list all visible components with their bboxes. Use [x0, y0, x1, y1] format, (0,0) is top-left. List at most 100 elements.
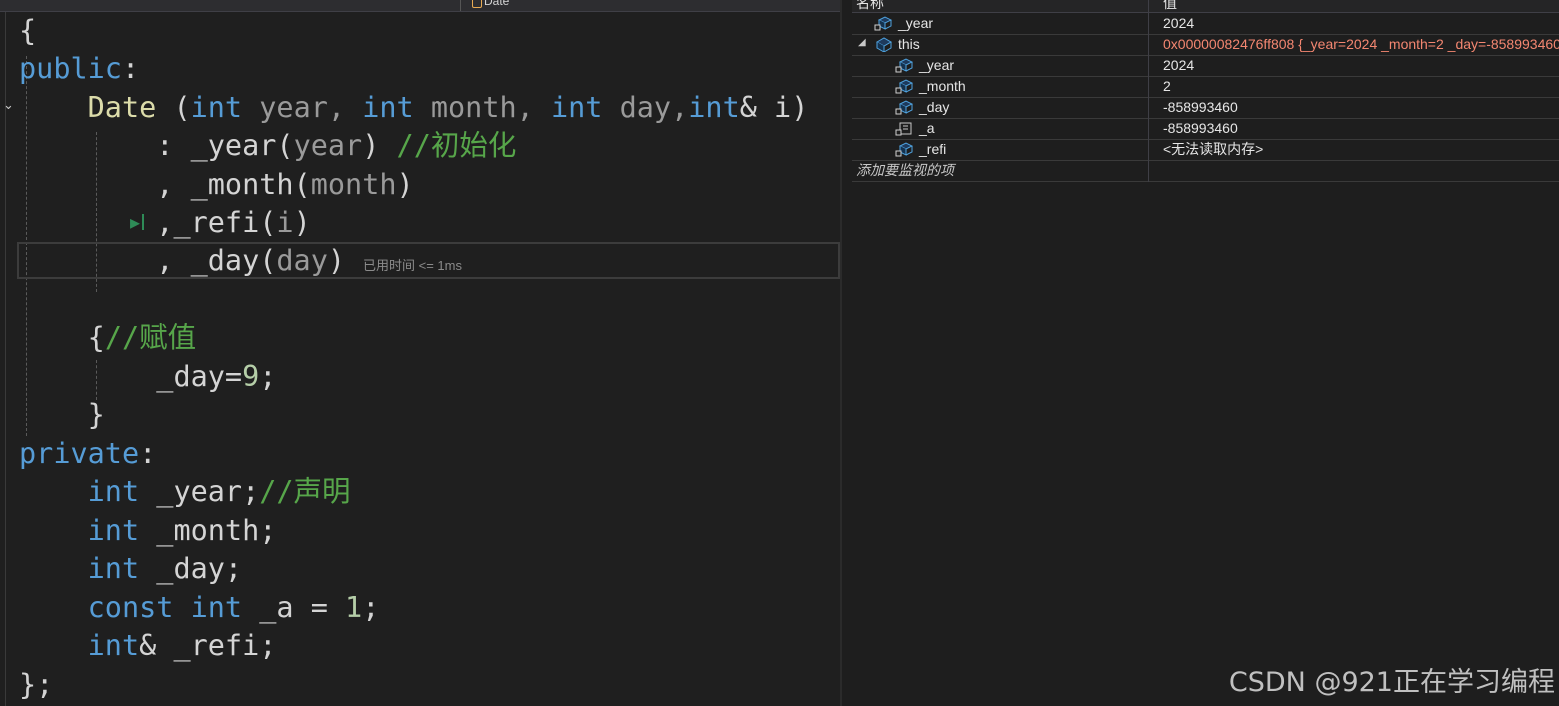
- code-token: _day=: [156, 360, 243, 393]
- code-token: _day;: [139, 552, 243, 585]
- code-line[interactable]: : _year(year) //初始化: [19, 127, 516, 165]
- code-line[interactable]: public:: [19, 50, 139, 88]
- keyword-token: int: [688, 91, 740, 124]
- param-token: i: [276, 206, 294, 239]
- code-line[interactable]: int _month;: [19, 512, 277, 550]
- code-line[interactable]: }: [19, 396, 105, 434]
- keyword-token: int: [362, 91, 414, 124]
- code-token: :: [139, 437, 157, 470]
- code-token: ;: [259, 360, 277, 393]
- watch-value: 0x00000082476ff808 {_year=2024 _month=2 …: [1163, 36, 1559, 52]
- code-line[interactable]: {//赋值: [19, 319, 197, 357]
- code-token: : _year(: [156, 129, 294, 162]
- code-token: ,_refi(: [156, 206, 277, 239]
- keyword-token: int: [550, 91, 603, 124]
- watch-row[interactable]: _year 2024: [852, 55, 1559, 77]
- param-token: month: [310, 168, 397, 201]
- const-field-icon: [895, 122, 912, 136]
- code-token: };: [19, 668, 54, 701]
- code-line[interactable]: Date (int year, int month, int day,int& …: [19, 89, 809, 127]
- watch-value: <无法读取内存>: [1163, 141, 1264, 157]
- keyword-token: private: [19, 437, 140, 470]
- watermark: CSDN @921正在学习编程: [1228, 667, 1555, 698]
- keyword-token: int: [87, 552, 140, 585]
- code-token: & _refi;: [139, 629, 277, 662]
- code-token: :: [121, 52, 140, 85]
- code-editor[interactable]: Date ⌄ { public: Date (int year, int mon…: [0, 0, 840, 706]
- code-token: _a =: [242, 591, 346, 624]
- number-token: 1: [345, 591, 363, 624]
- code-token: (: [156, 91, 191, 124]
- code-line[interactable]: int& _refi;: [19, 627, 277, 665]
- expand-triangle-icon[interactable]: ◢: [858, 37, 866, 48]
- navigation-bar-separator: [460, 0, 461, 11]
- code-line[interactable]: ,_refi(i): [19, 204, 311, 242]
- watch-row[interactable]: _a -858993460: [852, 118, 1559, 140]
- code-token: {: [87, 321, 105, 354]
- watch-value: 2024: [1163, 15, 1195, 31]
- code-line[interactable]: private:: [19, 435, 156, 473]
- watch-name: _year: [919, 57, 955, 73]
- param-token: year,: [242, 91, 363, 124]
- code-line-current[interactable]: , _day(day): [19, 242, 345, 280]
- watch-header: 名称 值: [852, 0, 1559, 13]
- watch-row[interactable]: _day -858993460: [852, 97, 1559, 119]
- object-icon: [875, 37, 892, 52]
- perf-tip-elapsed-time[interactable]: 已用时间 <= 1ms: [363, 255, 462, 274]
- member-dropdown-label: Date: [484, 0, 510, 8]
- watch-row[interactable]: _month 2: [852, 76, 1559, 98]
- member-dropdown[interactable]: Date: [472, 0, 509, 11]
- keyword-token: const: [87, 591, 174, 624]
- watch-name: _month: [919, 78, 966, 94]
- field-icon: [874, 16, 892, 31]
- code-token: ): [396, 168, 414, 201]
- add-watch-placeholder[interactable]: 添加要监视的项: [856, 162, 954, 179]
- code-line[interactable]: };: [19, 666, 53, 704]
- code-line[interactable]: _day=9;: [19, 358, 276, 396]
- function-token: Date: [87, 91, 157, 124]
- watch-column-divider[interactable]: [1148, 0, 1149, 182]
- code-token: ): [293, 206, 311, 239]
- code-line[interactable]: int _year;//声明: [19, 473, 351, 511]
- outline-margin: [5, 12, 6, 706]
- keyword-token: int: [190, 91, 243, 124]
- code-token: {: [19, 14, 37, 47]
- field-icon: [895, 142, 913, 157]
- watch-header-value[interactable]: 值: [1163, 0, 1177, 12]
- field-icon: [895, 79, 913, 94]
- watch-row[interactable]: _year 2024: [852, 13, 1559, 35]
- keyword-token: int: [173, 591, 243, 624]
- editor-navigation-bar: Date: [0, 0, 840, 12]
- watch-window[interactable]: 名称 值 _year 2024 ◢ this 0x00000082476ff80…: [842, 0, 1559, 706]
- code-line[interactable]: const int _a = 1;: [19, 589, 380, 627]
- watch-value: -858993460: [1163, 99, 1238, 115]
- code-token: ): [362, 129, 397, 162]
- watch-header-name[interactable]: 名称: [856, 0, 884, 12]
- watch-name: _refi: [919, 141, 947, 157]
- code-line[interactable]: int _day;: [19, 550, 242, 588]
- code-line[interactable]: {: [19, 12, 36, 50]
- keyword-token: int: [87, 629, 140, 662]
- add-watch-row[interactable]: 添加要监视的项: [852, 160, 1559, 182]
- watch-value: -858993460: [1163, 120, 1238, 136]
- code-token: }: [87, 398, 105, 431]
- watch-name: this: [898, 36, 920, 52]
- watch-name: _a: [919, 120, 935, 136]
- comment-token: //声明: [259, 475, 351, 508]
- watch-row-expanded[interactable]: ◢ this 0x00000082476ff808 {_year=2024 _m…: [852, 34, 1559, 56]
- code-token: ): [327, 244, 346, 277]
- keyword-token: public: [19, 52, 122, 85]
- collapse-chevron-icon[interactable]: ⌄: [3, 98, 14, 113]
- watch-row[interactable]: _refi <无法读取内存>: [852, 139, 1559, 161]
- code-token: & i): [739, 91, 809, 124]
- param-token: day: [276, 244, 328, 277]
- comment-token: //初始化: [396, 129, 517, 162]
- param-token: day,: [602, 91, 689, 124]
- code-token: _year;: [139, 475, 260, 508]
- field-icon: [895, 58, 913, 73]
- class-member-icon: [472, 0, 482, 8]
- param-token: year: [293, 129, 363, 162]
- code-line[interactable]: , _month(month): [19, 166, 414, 204]
- keyword-token: int: [87, 514, 140, 547]
- code-token: ;: [362, 591, 380, 624]
